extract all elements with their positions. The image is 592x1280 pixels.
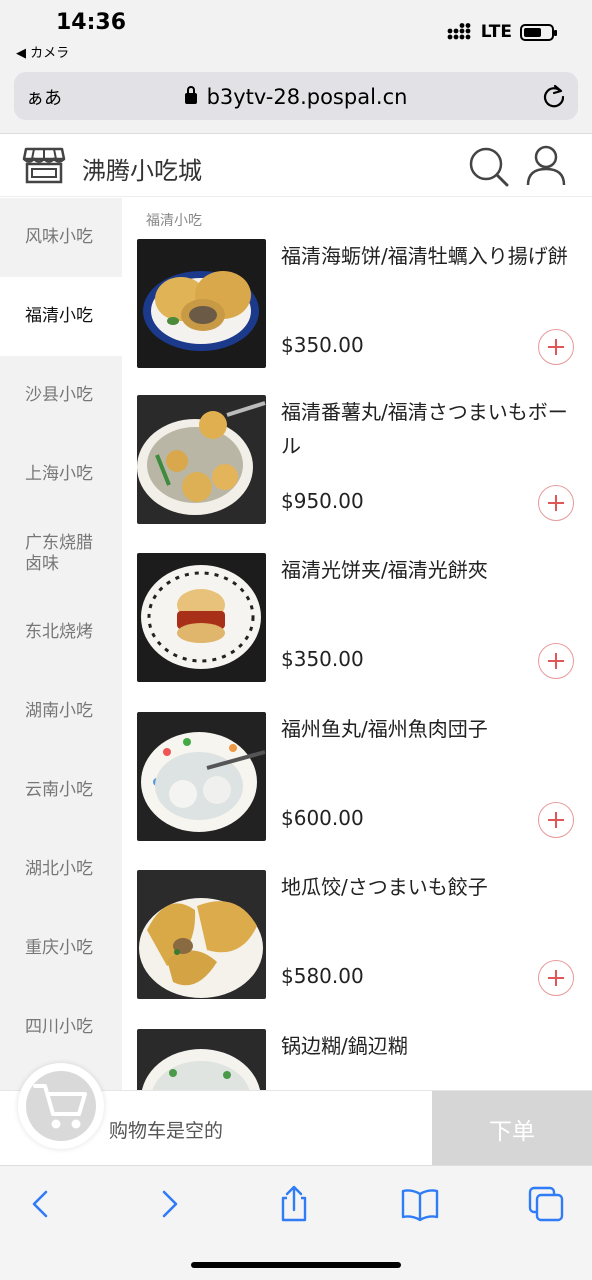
category-sidebar: 风味小吃 福清小吃 沙县小吃 上海小吃 广东烧腊卤味 东北烧烤 湖南小吃 云南小… [0, 198, 122, 1090]
network-label: LTE [480, 22, 512, 42]
product-name[interactable]: 福清番薯丸/福清さつまいもボール [281, 395, 581, 463]
sidebar-item-yunnan[interactable]: 云南小吃 [0, 751, 122, 830]
sidebar-item-fuqing[interactable]: 福清小吃 [0, 277, 122, 356]
product-price: $350.00 [281, 333, 364, 357]
add-to-cart-button[interactable] [538, 329, 574, 365]
forward-icon[interactable] [148, 1184, 188, 1224]
sidebar-item-hubei[interactable]: 湖北小吃 [0, 830, 122, 909]
product-price: $600.00 [281, 806, 364, 830]
product-name[interactable]: 锅边糊/鍋辺糊 [281, 1029, 581, 1063]
add-to-cart-button[interactable] [538, 643, 574, 679]
product-price: $580.00 [281, 964, 364, 988]
sidebar-item-chongqing[interactable]: 重庆小吃 [0, 909, 122, 988]
product-item[interactable]: 福清光饼夹/福清光餅夾 $350.00 [122, 553, 592, 712]
product-image[interactable] [137, 712, 266, 841]
share-icon[interactable] [274, 1184, 314, 1224]
back-to-app-link[interactable]: ◀ カメラ [16, 42, 69, 61]
reload-icon[interactable] [540, 82, 568, 110]
signal-icon [447, 23, 471, 40]
add-to-cart-button[interactable] [538, 960, 574, 996]
product-name[interactable]: 地瓜饺/さつまいも餃子 [281, 870, 581, 904]
store-title: 沸腾小吃城 [82, 157, 202, 185]
product-image[interactable] [137, 553, 266, 682]
product-name[interactable]: 福清光饼夹/福清光餅夾 [281, 553, 581, 587]
add-to-cart-button[interactable] [538, 802, 574, 838]
tabs-icon[interactable] [526, 1184, 566, 1224]
shopping-cart-icon [33, 1084, 87, 1129]
product-item[interactable]: 锅边糊/鍋辺糊 [122, 1029, 592, 1090]
product-list: 福清小吃 福清海蛎饼/福清牡蠣入り揚げ餅 $350.00 福清番薯丸/福清さつま… [122, 198, 592, 1090]
address-bar[interactable]: ぁあ b3ytv-28.pospal.cn [14, 72, 578, 120]
app-header: 沸腾小吃城 [0, 135, 592, 197]
product-item[interactable]: 福州鱼丸/福州魚肉団子 $600.00 [122, 712, 592, 871]
home-indicator[interactable] [191, 1262, 401, 1268]
sidebar-item-shanghai[interactable]: 上海小吃 [0, 435, 122, 514]
sidebar-item-guangdong[interactable]: 广东烧腊卤味 [0, 514, 122, 593]
product-name[interactable]: 福清海蛎饼/福清牡蠣入り揚げ餅 [281, 239, 581, 273]
user-icon[interactable] [524, 143, 568, 187]
product-price: $350.00 [281, 647, 364, 671]
status-bar: 14:36 ◀ カメラ LTE [0, 0, 592, 64]
cart-empty-text: 购物车是空的 [109, 1120, 224, 1142]
place-order-button[interactable]: 下单 [432, 1091, 592, 1166]
battery-icon [520, 23, 557, 41]
sidebar-item-hunan[interactable]: 湖南小吃 [0, 672, 122, 751]
search-icon[interactable] [467, 145, 511, 189]
cart-button[interactable] [18, 1063, 104, 1149]
back-icon[interactable] [22, 1184, 62, 1224]
add-to-cart-button[interactable] [538, 485, 574, 521]
lock-icon [184, 86, 197, 104]
store-logo-icon[interactable] [22, 145, 66, 185]
bookmarks-icon[interactable] [400, 1184, 440, 1224]
status-indicators: LTE [447, 22, 557, 42]
sidebar-item-fengwei[interactable]: 风味小吃 [0, 198, 122, 277]
product-price: $950.00 [281, 489, 364, 513]
product-item[interactable]: 福清海蛎饼/福清牡蠣入り揚げ餅 $350.00 [122, 239, 592, 398]
product-image[interactable] [137, 1029, 266, 1090]
product-image[interactable] [137, 395, 266, 524]
url-text: b3ytv-28.pospal.cn [206, 85, 408, 109]
product-image[interactable] [137, 239, 266, 368]
sidebar-item-sichuan[interactable]: 四川小吃 [0, 988, 122, 1067]
browser-address-area: ぁあ b3ytv-28.pospal.cn [0, 64, 592, 134]
sidebar-item-shaxian[interactable]: 沙县小吃 [0, 356, 122, 435]
product-image[interactable] [137, 870, 266, 999]
url-display[interactable]: b3ytv-28.pospal.cn [14, 85, 578, 109]
section-title: 福清小吃 [146, 213, 202, 229]
product-name[interactable]: 福州鱼丸/福州魚肉団子 [281, 712, 581, 746]
product-item[interactable]: 福清番薯丸/福清さつまいもボール $950.00 [122, 395, 592, 554]
sidebar-item-dongbei[interactable]: 东北烧烤 [0, 593, 122, 672]
product-item[interactable]: 地瓜饺/さつまいも餃子 $580.00 [122, 870, 592, 1029]
status-time: 14:36 [56, 10, 127, 35]
